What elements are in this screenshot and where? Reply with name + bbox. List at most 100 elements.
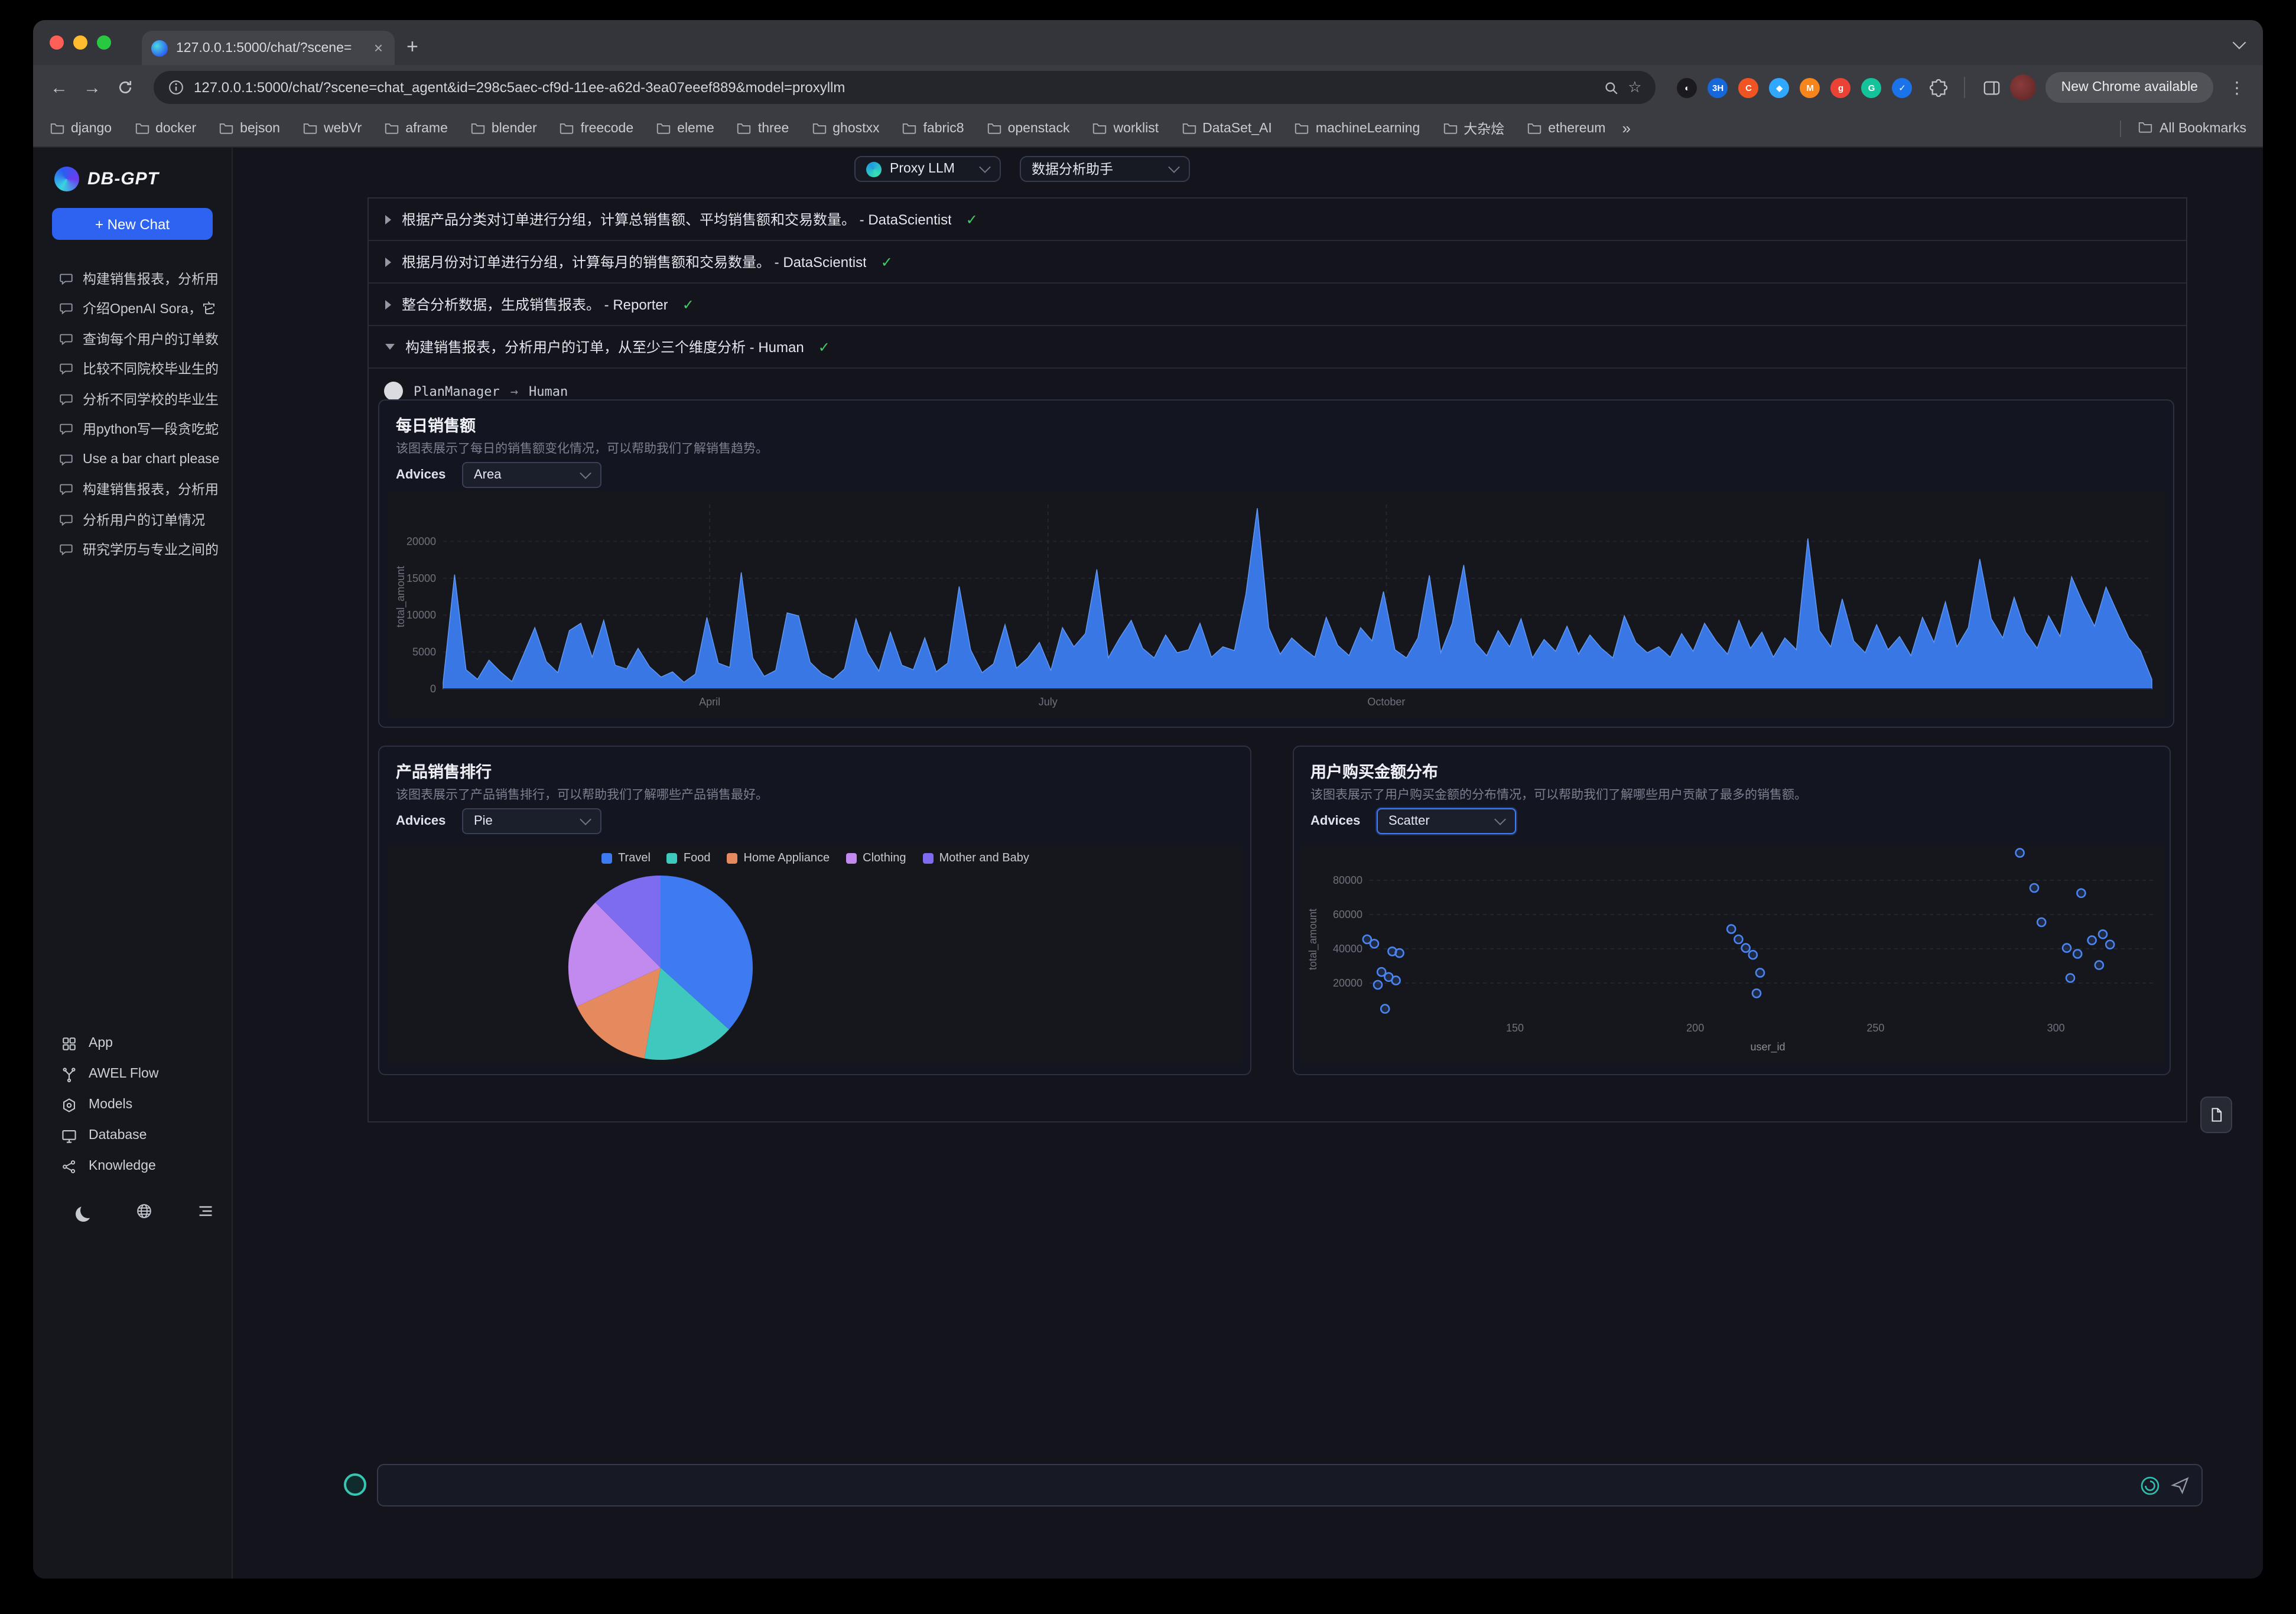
legend-item[interactable]: Food [667, 852, 711, 865]
red-g-icon[interactable]: g [1831, 77, 1851, 97]
bookmark-item[interactable]: ghostxx [811, 121, 879, 135]
grammarly-icon[interactable]: G [1862, 77, 1882, 97]
task-row[interactable]: 根据月份对订单进行分组，计算每月的销售额和交易数量。 - DataScienti… [369, 241, 2186, 284]
folder-icon [811, 122, 827, 135]
svg-text:20000: 20000 [1333, 977, 1362, 989]
chat-history-item[interactable]: 分析不同学校的毕业生 [33, 384, 232, 414]
chat-input-box[interactable] [377, 1464, 2203, 1506]
bookmark-item[interactable]: docker [134, 121, 196, 135]
minimize-window-button[interactable] [73, 35, 87, 50]
svg-text:200: 200 [1686, 1022, 1704, 1034]
expand-caret-icon[interactable] [385, 257, 391, 266]
tab-close-icon[interactable]: × [372, 39, 385, 57]
chat-history-item[interactable]: Use a bar chart please [33, 444, 232, 474]
card-subtitle: 该图表展示了用户购买金额的分布情况，可以帮助我们了解哪些用户贡献了最多的销售额。 [1310, 786, 1807, 803]
bookmark-item[interactable]: machineLearning [1295, 121, 1420, 135]
task-row[interactable]: 构建销售报表，分析用户的订单，从至少三个维度分析 - Human✓ [369, 326, 2186, 369]
sidebar-item-database[interactable]: Database [33, 1120, 232, 1151]
bookmark-item[interactable]: fabric8 [902, 121, 964, 135]
gem-icon[interactable]: ◆ [1770, 77, 1790, 97]
bookmark-item[interactable]: webVr [303, 121, 362, 135]
bookmark-item[interactable]: 大杂烩 [1442, 119, 1504, 138]
theme-moon-icon[interactable] [76, 1206, 91, 1222]
tab-title: 127.0.0.1:5000/chat/?scene= [176, 41, 363, 55]
forward-button[interactable]: → [78, 73, 106, 102]
collapse-menu-icon[interactable] [197, 1203, 214, 1225]
side-panel-icon[interactable] [1978, 73, 2006, 102]
sidebar-item-models[interactable]: Models [33, 1089, 232, 1120]
legend-item[interactable]: Clothing [846, 852, 906, 865]
close-window-button[interactable] [50, 35, 64, 50]
chart-type-select[interactable]: Pie [462, 808, 601, 834]
assistant-select[interactable]: 数据分析助手 [1020, 156, 1190, 182]
legend-item[interactable]: Travel [601, 852, 651, 865]
sidebar-item-knowledge[interactable]: Knowledge [33, 1151, 232, 1182]
chrome-update-button[interactable]: New Chrome available [2046, 72, 2213, 103]
task-row[interactable]: 整合分析数据，生成销售报表。 - Reporter✓ [369, 284, 2186, 326]
chat-history-item[interactable]: 构建销售报表，分析用 [33, 263, 232, 294]
task-row[interactable]: 根据产品分类对订单进行分组，计算总销售额、平均销售额和交易数量。 - DataS… [369, 199, 2186, 241]
zoom-window-button[interactable] [97, 35, 111, 50]
send-icon[interactable] [2171, 1476, 2190, 1495]
bookmark-item[interactable]: django [50, 121, 112, 135]
user-amount-card: 用户购买金额分布 该图表展示了用户购买金额的分布情况，可以帮助我们了解哪些用户贡… [1293, 746, 2171, 1075]
svg-text:60000: 60000 [1333, 909, 1362, 920]
bookmark-item[interactable]: DataSet_AI [1181, 121, 1272, 135]
reload-button[interactable] [111, 73, 139, 102]
extensions-puzzle-icon[interactable] [1924, 73, 1953, 102]
chat-history-item[interactable]: 用python写一段贪吃蛇 [33, 414, 232, 444]
feedback-doc-button[interactable] [2200, 1096, 2232, 1133]
bookmark-item[interactable]: aframe [384, 121, 448, 135]
folder-icon [987, 122, 1002, 135]
chat-bubble-icon [59, 392, 73, 406]
fox-icon[interactable]: M [1800, 77, 1820, 97]
sidebar-item-app[interactable]: App [33, 1028, 232, 1059]
crab-icon[interactable]: C [1739, 77, 1759, 97]
new-chat-button[interactable]: + New Chat [52, 208, 213, 240]
sidebar-item-awel-flow[interactable]: AWEL Flow [33, 1059, 232, 1089]
profile-avatar[interactable] [2011, 74, 2037, 100]
expand-caret-icon[interactable] [385, 214, 391, 224]
bookmark-item[interactable]: freecode [560, 121, 634, 135]
bookmark-item[interactable]: eleme [656, 121, 714, 135]
chat-history-item[interactable]: 分析用户的订单情况 [33, 505, 232, 535]
legend-item[interactable]: Mother and Baby [923, 852, 1029, 865]
all-bookmarks-button[interactable]: All Bookmarks [2119, 120, 2246, 136]
chart-type-select[interactable]: Scatter [1377, 808, 1516, 834]
chevron-down-icon [580, 467, 591, 479]
bookmark-item[interactable]: worklist [1092, 121, 1159, 135]
bookmark-item[interactable]: openstack [987, 121, 1070, 135]
chat-history-item[interactable]: 比较不同院校毕业生的 [33, 354, 232, 384]
chat-history-item[interactable]: 介绍OpenAI Sora，它 [33, 294, 232, 324]
bookmark-star-icon[interactable]: ☆ [1628, 78, 1641, 97]
expand-caret-icon[interactable] [385, 344, 395, 350]
chat-history-item[interactable]: 构建销售报表，分析用 [33, 474, 232, 505]
folder-icon [737, 122, 752, 135]
legend-item[interactable]: Home Appliance [727, 852, 830, 865]
expand-caret-icon[interactable] [385, 300, 391, 309]
bookmark-item[interactable]: bejson [219, 121, 280, 135]
bookmark-item[interactable]: blender [470, 121, 537, 135]
chat-history-list: 构建销售报表，分析用介绍OpenAI Sora，它查询每个用户的订单数比较不同院… [33, 263, 232, 565]
address-bar[interactable]: 127.0.0.1:5000/chat/?scene=chat_agent&id… [154, 71, 1656, 104]
new-tab-button[interactable]: + [395, 35, 430, 65]
legend-swatch [601, 853, 612, 864]
chat-input[interactable] [390, 1476, 2129, 1495]
browser-tab[interactable]: 127.0.0.1:5000/chat/?scene= × [142, 31, 395, 65]
bookmarks-overflow-icon[interactable]: » [1622, 119, 1630, 137]
chat-history-item[interactable]: 查询每个用户的订单数 [33, 324, 232, 354]
search-icon[interactable] [1603, 80, 1618, 95]
model-select[interactable]: Proxy LLM [854, 156, 1001, 182]
bookmark-item[interactable]: three [737, 121, 789, 135]
language-globe-icon[interactable] [136, 1203, 152, 1225]
dark-reader-icon[interactable]: ◐ [1677, 77, 1697, 97]
chart-type-select[interactable]: Area [462, 462, 601, 488]
back-button[interactable]: ← [45, 73, 73, 102]
site-info-icon[interactable] [168, 79, 184, 96]
shield-check-icon[interactable]: ✓ [1892, 77, 1913, 97]
tab-search-button[interactable] [2235, 32, 2263, 65]
chat-history-item[interactable]: 研究学历与专业之间的 [33, 535, 232, 565]
bookmark-item[interactable]: ethereum [1527, 121, 1605, 135]
3h-badge-icon[interactable]: 3H [1708, 77, 1728, 97]
browser-menu-icon[interactable]: ⋮ [2223, 73, 2251, 102]
